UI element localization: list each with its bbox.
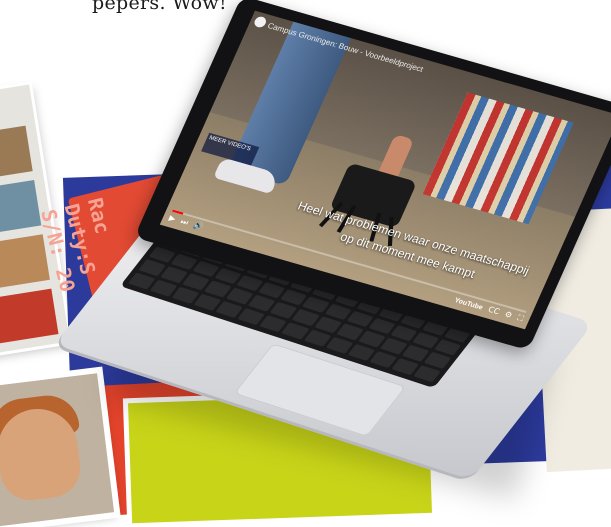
- page-caption: pepers. Wow!: [92, 0, 227, 14]
- background-photo-person: [0, 373, 115, 527]
- next-icon[interactable]: ⏭: [179, 217, 190, 228]
- keyboard-key: [281, 322, 310, 340]
- keyboard-key: [413, 365, 441, 383]
- gear-icon[interactable]: ⚙: [503, 310, 514, 321]
